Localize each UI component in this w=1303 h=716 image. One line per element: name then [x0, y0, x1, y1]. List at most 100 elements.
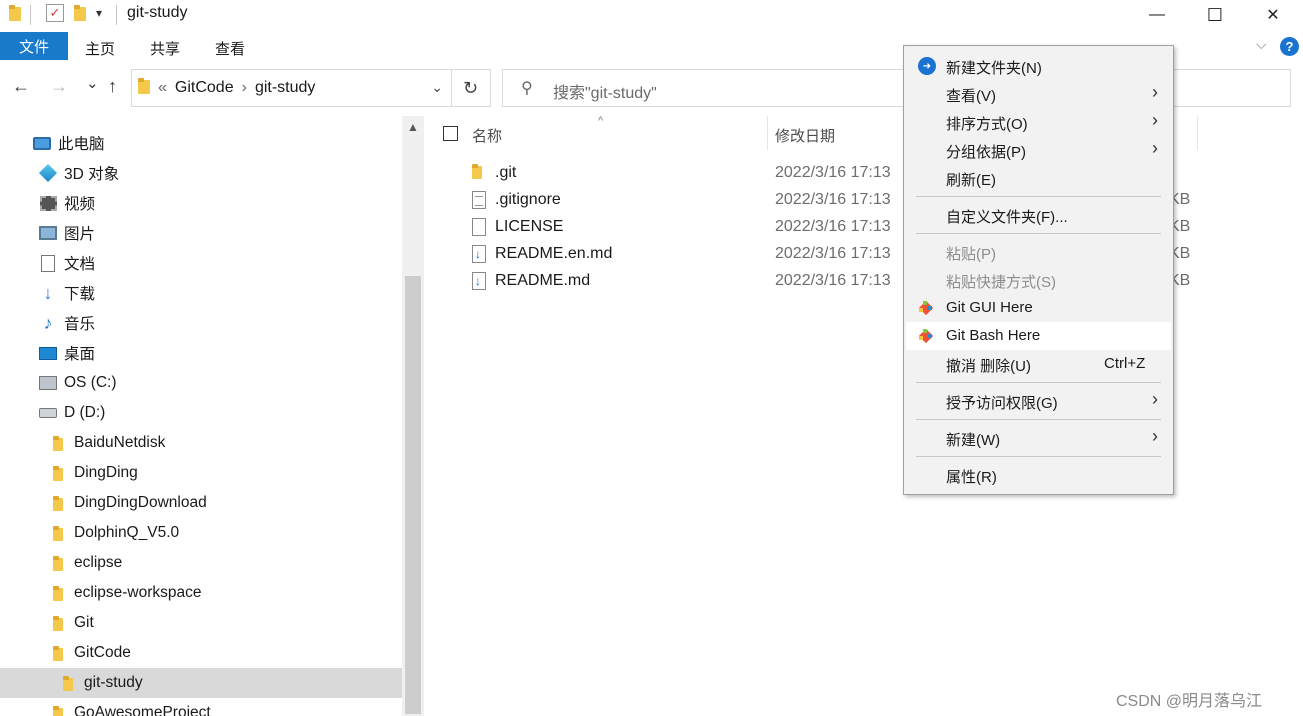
close-button[interactable]: ✕: [1244, 0, 1302, 30]
breadcrumb-separator[interactable]: ›: [242, 79, 247, 97]
sidebar-item-eclipse[interactable]: eclipse: [0, 548, 402, 578]
sidebar-item-[interactable]: ♪ 音乐: [0, 308, 402, 338]
menu-item-4[interactable]: 刷新(E): [906, 164, 1171, 192]
up-button[interactable]: ↑: [108, 76, 117, 97]
menu-item-10[interactable]: Git GUI Here: [906, 294, 1171, 322]
folder-icon: [9, 5, 21, 21]
maximize-button[interactable]: ☐: [1186, 0, 1244, 30]
forward-button[interactable]: →: [50, 76, 68, 97]
title-separator: [116, 5, 117, 25]
divider: [30, 5, 31, 25]
menu-item-label: 属性(R): [946, 469, 997, 486]
sidebar-item-[interactable]: 文档: [0, 248, 402, 278]
menu-item-16[interactable]: 新建(W) ›: [906, 424, 1171, 452]
expand-ribbon-icon[interactable]: ⌵: [1256, 36, 1267, 53]
menu-separator: [916, 456, 1161, 457]
address-bar[interactable]: « GitCode › git-study ⌄: [131, 69, 452, 107]
markdown-file-icon: [472, 272, 486, 295]
menu-item-11[interactable]: Git Bash Here: [906, 322, 1171, 350]
pictures-icon: [38, 223, 58, 243]
folder-icon: [48, 463, 68, 483]
tab-home[interactable]: 主页: [85, 38, 115, 59]
folder-icon: [48, 553, 68, 573]
file-date: 2022/3/16 17:13: [775, 164, 891, 181]
menu-item-1[interactable]: 查看(V) ›: [906, 80, 1171, 108]
sidebar-item-label: 3D 对象: [64, 166, 120, 183]
scroll-up-icon[interactable]: ▲: [407, 120, 419, 134]
file-name: README.md: [495, 272, 591, 289]
sidebar-item-[interactable]: 图片: [0, 218, 402, 248]
sidebar-item-[interactable]: ↓ 下载: [0, 278, 402, 308]
select-all-checkbox[interactable]: [443, 126, 458, 141]
this-pc-icon: [32, 133, 52, 153]
menu-item-9[interactable]: 粘贴快捷方式(S): [906, 266, 1171, 294]
breadcrumb-overflow[interactable]: «: [158, 79, 167, 97]
sidebar-item-goawesomeproject[interactable]: GoAwesomeProject: [0, 698, 402, 716]
sidebar-item-dolphinq-v5-0[interactable]: DolphinQ_V5.0: [0, 518, 402, 548]
sidebar-item-label: 此电脑: [58, 136, 105, 153]
submenu-arrow-icon: ›: [1152, 82, 1158, 102]
menu-item-2[interactable]: 排序方式(O) ›: [906, 108, 1171, 136]
sidebar-item-git-study[interactable]: git-study: [0, 668, 402, 698]
column-divider[interactable]: [1197, 116, 1198, 150]
search-input[interactable]: 搜索"git-study": [553, 79, 657, 103]
file-name: README.en.md: [495, 245, 613, 262]
menu-item-3[interactable]: 分组依据(P) ›: [906, 136, 1171, 164]
menu-item-18[interactable]: 属性(R): [906, 461, 1171, 489]
context-menu: ➜ 新建文件夹(N) 查看(V) › 排序方式(O) › 分组依据(P) › 刷新(E) 自定义文…: [903, 45, 1174, 495]
properties-icon[interactable]: ✓: [46, 4, 64, 22]
menu-item-14[interactable]: 授予访问权限(G) ›: [906, 387, 1171, 415]
back-button[interactable]: ←: [12, 76, 30, 97]
menu-item-label: Git GUI Here: [946, 299, 1033, 316]
submenu-arrow-icon: ›: [1152, 426, 1158, 446]
column-divider[interactable]: [767, 116, 768, 150]
scrollbar-thumb[interactable]: [405, 276, 421, 714]
sidebar-item-label: 文档: [64, 256, 96, 273]
refresh-button[interactable]: ↻: [451, 69, 491, 107]
sidebar-item-git[interactable]: Git: [0, 608, 402, 638]
menu-item-label: 排序方式(O): [946, 116, 1028, 133]
sidebar-item-dingding[interactable]: DingDing: [0, 458, 402, 488]
menu-item-0[interactable]: ➜ 新建文件夹(N): [906, 52, 1171, 80]
sidebar-item-baidunetdisk[interactable]: BaiduNetdisk: [0, 428, 402, 458]
navigation-pane-scrollbar[interactable]: ▲: [402, 116, 424, 716]
address-dropdown-icon[interactable]: ⌄: [431, 79, 443, 96]
tab-view[interactable]: 查看: [215, 38, 245, 59]
sidebar-item-[interactable]: 此电脑: [0, 128, 402, 158]
new-folder-quick-icon[interactable]: [74, 5, 86, 21]
sidebar-item-label: 图片: [64, 226, 96, 243]
minimize-button[interactable]: —: [1128, 0, 1186, 30]
tab-file[interactable]: 文件: [0, 32, 68, 60]
breadcrumb-gitcode[interactable]: GitCode: [175, 79, 234, 97]
sidebar-item-gitcode[interactable]: GitCode: [0, 638, 402, 668]
recent-locations-button[interactable]: ⌄: [86, 74, 99, 92]
sidebar-item-eclipse-workspace[interactable]: eclipse-workspace: [0, 578, 402, 608]
folder-icon: [48, 613, 68, 633]
help-icon[interactable]: ?: [1280, 37, 1299, 56]
pin-icon: ➜: [918, 57, 936, 75]
column-date[interactable]: 修改日期: [775, 125, 835, 146]
sidebar-item-[interactable]: 桌面: [0, 338, 402, 368]
file-name: .gitignore: [495, 191, 561, 208]
tab-share[interactable]: 共享: [150, 38, 180, 59]
sidebar-item-d-d[interactable]: D (D:): [0, 398, 402, 428]
menu-shortcut: Ctrl+Z: [1104, 355, 1146, 372]
breadcrumb-git-study[interactable]: git-study: [255, 79, 315, 97]
menu-item-8[interactable]: 粘贴(P): [906, 238, 1171, 266]
sidebar-item-[interactable]: 视频: [0, 188, 402, 218]
git-gui-icon: [918, 300, 934, 316]
menu-item-12[interactable]: 撤消 删除(U) Ctrl+Z: [906, 350, 1171, 378]
sidebar-item-dingdingdownload[interactable]: DingDingDownload: [0, 488, 402, 518]
sidebar-item-os-c[interactable]: OS (C:): [0, 368, 402, 398]
customize-quick-access-icon[interactable]: ▾: [96, 6, 102, 20]
sidebar-item-label: 音乐: [64, 316, 96, 333]
sidebar-item-label: eclipse: [74, 554, 123, 571]
menu-item-label: 自定义文件夹(F)...: [946, 209, 1068, 226]
menu-item-6[interactable]: 自定义文件夹(F)...: [906, 201, 1171, 229]
column-name[interactable]: 名称: [472, 125, 502, 146]
file-name: LICENSE: [495, 218, 564, 235]
markdown-file-icon: [472, 245, 486, 268]
sidebar-item-3d[interactable]: 3D 对象: [0, 158, 402, 188]
sidebar-item-label: git-study: [84, 674, 143, 691]
music-icon: ♪: [43, 312, 53, 333]
